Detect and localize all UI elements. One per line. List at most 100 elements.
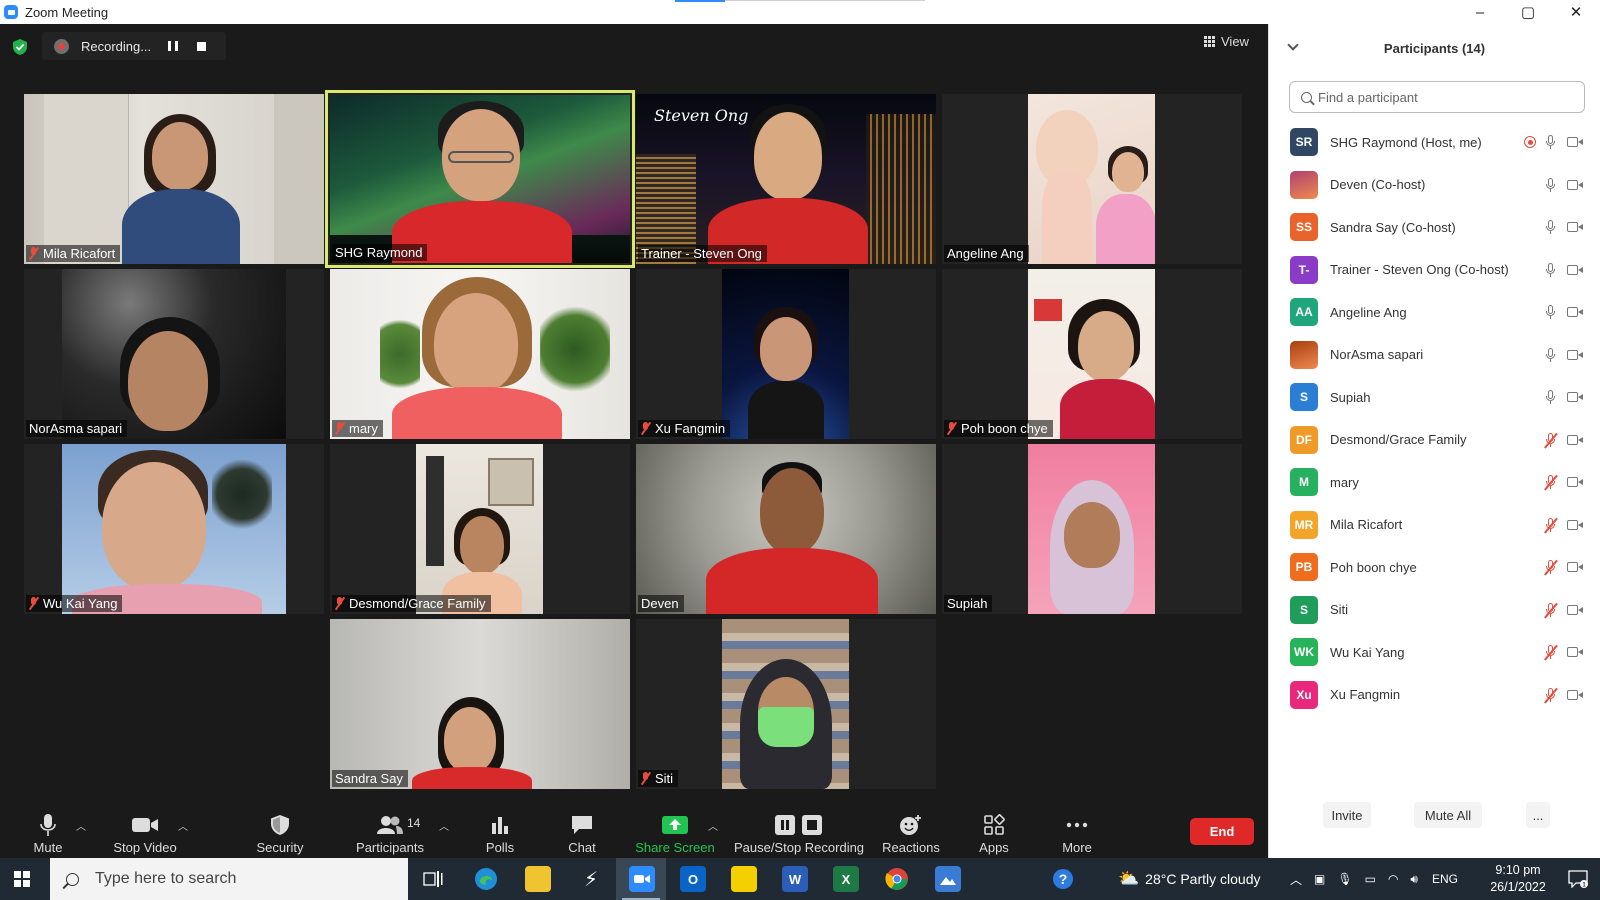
participant-row[interactable]: DF Desmond/Grace Family xyxy=(1269,419,1600,462)
minimize-button[interactable]: – xyxy=(1456,0,1504,24)
pause-stop-recording-button[interactable]: Pause/Stop Recording xyxy=(733,806,865,858)
encryption-shield-icon[interactable] xyxy=(12,38,28,56)
meet-now-icon[interactable]: ▣ xyxy=(1314,872,1325,886)
tray-chevron-icon[interactable]: ︿ xyxy=(1290,871,1302,888)
video-tile[interactable]: mary xyxy=(330,269,630,439)
participant-row[interactable]: MR Mila Ricafort xyxy=(1269,504,1600,547)
video-tile[interactable]: Poh boon chye xyxy=(942,269,1242,439)
stop-video-button[interactable]: Stop Video xyxy=(110,806,180,858)
participant-row[interactable]: AA Angeline Ang xyxy=(1269,291,1600,334)
video-camera-icon[interactable] xyxy=(1567,604,1583,615)
video-tile[interactable]: Supiah xyxy=(942,444,1242,614)
microphone-icon[interactable] xyxy=(1545,220,1555,235)
excel-icon[interactable]: X xyxy=(833,866,859,892)
video-camera-icon[interactable] xyxy=(1567,264,1583,275)
more-button[interactable]: More xyxy=(1054,806,1100,858)
zoom-taskbar-icon[interactable] xyxy=(629,866,655,892)
video-tile[interactable]: Desmond/Grace Family xyxy=(330,444,630,614)
stop-recording-icon[interactable] xyxy=(197,41,206,51)
video-camera-icon[interactable] xyxy=(1567,392,1583,402)
muted-microphone-icon[interactable] xyxy=(1545,432,1555,448)
video-tile-active-speaker[interactable]: SHG Raymond xyxy=(325,90,635,268)
participant-row[interactable]: SR SHG Raymond (Host, me) xyxy=(1269,121,1600,164)
end-meeting-button[interactable]: End xyxy=(1190,818,1254,845)
microphone-icon[interactable] xyxy=(1545,347,1555,363)
microphone-icon[interactable] xyxy=(1545,390,1555,405)
video-tile[interactable]: Angeline Ang xyxy=(942,94,1242,264)
mute-button[interactable]: Mute xyxy=(28,806,68,858)
muted-microphone-icon[interactable] xyxy=(1545,560,1555,575)
audio-options-caret-icon[interactable]: ︿ xyxy=(76,818,86,833)
participant-row[interactable]: Mmary xyxy=(1269,461,1600,504)
video-camera-icon[interactable] xyxy=(1567,349,1583,360)
volume-icon[interactable]: 🔊︎ xyxy=(1410,872,1418,887)
sticky-notes-icon[interactable] xyxy=(731,866,757,892)
task-view-icon[interactable] xyxy=(420,866,446,892)
video-tile[interactable]: Steven Ong Trainer - Steven Ong xyxy=(636,94,936,264)
video-camera-icon[interactable] xyxy=(1567,179,1583,190)
participant-row[interactable]: S Supiah xyxy=(1269,376,1600,419)
video-tile[interactable]: Wu Kai Yang xyxy=(24,444,324,614)
windows-start-icon[interactable] xyxy=(14,871,30,887)
video-tile[interactable]: Mila Ricafort xyxy=(24,94,324,264)
participant-row[interactable]: T- Trainer - Steven Ong (Co-host) xyxy=(1269,249,1600,292)
restore-button[interactable]: ▢ xyxy=(1504,0,1552,24)
participant-row[interactable]: SS Sandra Say (Co-host) xyxy=(1269,206,1600,249)
pause-recording-icon[interactable] xyxy=(168,41,178,51)
muted-microphone-icon[interactable] xyxy=(1545,687,1555,703)
language-indicator[interactable]: ENG xyxy=(1432,872,1458,886)
video-tile[interactable]: Deven xyxy=(636,444,936,614)
participant-row[interactable]: Xu Xu Fangmin xyxy=(1269,674,1600,717)
participant-row[interactable]: WK Wu Kai Yang xyxy=(1269,631,1600,674)
video-camera-icon[interactable] xyxy=(1567,562,1583,572)
photos-icon[interactable] xyxy=(935,866,961,892)
video-camera-icon[interactable] xyxy=(1567,477,1583,487)
view-button[interactable]: View xyxy=(1204,34,1249,49)
muted-microphone-icon[interactable] xyxy=(1545,645,1555,660)
microphone-icon[interactable] xyxy=(1545,305,1555,320)
microphone-icon[interactable] xyxy=(1545,135,1555,150)
participants-options-caret-icon[interactable]: ︿ xyxy=(439,818,449,833)
mute-all-button[interactable]: Mute All xyxy=(1414,802,1482,828)
panel-more-button[interactable]: ... xyxy=(1526,802,1550,828)
edge-browser-icon[interactable] xyxy=(473,866,499,892)
chat-button[interactable]: Chat xyxy=(560,806,604,858)
muted-microphone-icon[interactable] xyxy=(1545,602,1555,618)
video-camera-icon[interactable] xyxy=(1567,519,1583,530)
notifications-icon[interactable]: 1 xyxy=(1565,866,1591,892)
reactions-button[interactable]: Reactions xyxy=(882,806,940,858)
participant-row[interactable]: NorAsma sapari xyxy=(1269,334,1600,377)
video-camera-icon[interactable] xyxy=(1567,434,1583,445)
weather-widget[interactable]: ⛅ 28°C Partly cloudy xyxy=(1118,858,1261,900)
video-camera-icon[interactable] xyxy=(1567,307,1583,317)
taskbar-clock[interactable]: 9:10 pm 26/1/2022 xyxy=(1478,862,1558,896)
taskbar-search[interactable]: Type here to search xyxy=(50,858,408,900)
video-camera-icon[interactable] xyxy=(1567,647,1583,657)
video-camera-icon[interactable] xyxy=(1567,222,1583,232)
share-screen-button[interactable]: Share Screen xyxy=(632,806,718,858)
video-camera-icon[interactable] xyxy=(1567,689,1583,700)
wifi-icon[interactable]: ◠ xyxy=(1388,872,1398,886)
file-explorer-icon[interactable] xyxy=(525,866,551,892)
participant-search[interactable] xyxy=(1289,81,1585,113)
muted-microphone-icon[interactable] xyxy=(1545,517,1555,533)
participant-row[interactable]: PB Poh boon chye xyxy=(1269,546,1600,589)
video-camera-icon[interactable] xyxy=(1567,137,1583,147)
video-tile[interactable]: Sandra Say xyxy=(330,619,630,789)
chrome-icon[interactable] xyxy=(884,866,910,892)
participant-row[interactable]: Deven (Co-host) xyxy=(1269,164,1600,207)
video-tile[interactable]: Siti xyxy=(636,619,936,789)
microphone-icon[interactable] xyxy=(1545,177,1555,193)
muted-microphone-icon[interactable] xyxy=(1545,475,1555,490)
tray-microphone-icon[interactable]: 🎙︎ xyxy=(1337,872,1352,886)
polls-button[interactable]: Polls xyxy=(478,806,522,858)
word-icon[interactable]: W xyxy=(782,866,808,892)
video-tile[interactable]: NorAsma sapari xyxy=(24,269,324,439)
security-button[interactable]: Security xyxy=(252,806,308,858)
close-button[interactable]: ✕ xyxy=(1552,0,1600,24)
participant-row[interactable]: S Siti xyxy=(1269,589,1600,632)
invite-button[interactable]: Invite xyxy=(1323,802,1371,828)
battery-icon[interactable]: ▭ xyxy=(1365,872,1376,886)
video-tile[interactable]: Xu Fangmin xyxy=(636,269,936,439)
outlook-icon[interactable]: O xyxy=(680,866,706,892)
